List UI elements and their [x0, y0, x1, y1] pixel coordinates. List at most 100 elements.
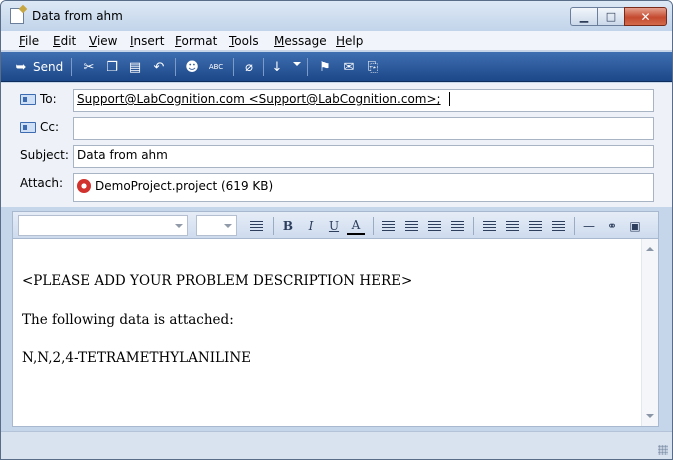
cut-button[interactable]: ✂	[81, 57, 97, 77]
body-line-attached[interactable]: The following data is attached:	[22, 312, 234, 328]
message-icon	[10, 8, 24, 24]
italic-button[interactable]: I	[302, 217, 320, 235]
hyperlink-button[interactable]: ⚭	[603, 217, 621, 235]
address-card-icon[interactable]	[20, 122, 36, 133]
toolbar-separator	[175, 58, 176, 76]
undo-icon: ↶	[153, 59, 165, 75]
project-file-icon	[77, 179, 91, 193]
toolbar-separator	[263, 58, 264, 76]
scroll-down-icon[interactable]	[646, 414, 654, 418]
spelling-icon: ABC	[208, 62, 224, 71]
priority-icon: ↓	[271, 59, 283, 75]
check-names-button[interactable]: ☻	[184, 57, 200, 77]
message-body[interactable]: <PLEASE ADD YOUR PROBLEM DESCRIPTION HER…	[12, 239, 659, 427]
title-bar: Data from ahm ▁ □ ✕	[1, 1, 672, 31]
window-title: Data from ahm	[32, 9, 123, 23]
header-fields: To: Support@LabCognition.com <Support@La…	[1, 83, 672, 207]
body-line-placeholder[interactable]: <PLEASE ADD YOUR PROBLEM DESCRIPTION HER…	[22, 273, 412, 289]
format-separator	[373, 217, 374, 235]
toolbar-separator	[71, 58, 72, 76]
bullet-list-button[interactable]	[402, 217, 420, 235]
scissors-icon: ✂	[83, 59, 95, 75]
justify-button[interactable]	[549, 217, 567, 235]
scroll-up-icon[interactable]	[646, 247, 654, 251]
send-label: Send	[33, 60, 64, 74]
align-right-button[interactable]	[526, 217, 544, 235]
to-recipient[interactable]: Support@LabCognition.com <Support@LabCog…	[77, 92, 441, 106]
attach-label: Attach:	[20, 176, 64, 190]
increase-indent-button[interactable]	[448, 217, 466, 235]
subject-field[interactable]: Data from ahm	[73, 145, 654, 168]
encrypt-button[interactable]: ✉	[341, 57, 357, 77]
menu-help[interactable]: Help	[336, 34, 363, 48]
send-button[interactable]: ➥ Send	[13, 57, 64, 77]
send-icon: ➥	[15, 59, 27, 75]
align-left-button[interactable]	[480, 217, 498, 235]
cc-label[interactable]: Cc:	[40, 120, 59, 134]
menu-format[interactable]: Format	[175, 34, 217, 48]
indent-icon	[450, 220, 464, 232]
to-label[interactable]: To:	[40, 92, 57, 106]
justify-icon	[551, 220, 565, 232]
chevron-down-icon[interactable]	[220, 216, 236, 235]
paragraph-style-icon	[249, 220, 263, 232]
status-bar	[1, 431, 672, 459]
align-right-icon	[528, 220, 542, 232]
font-color-button[interactable]: A	[347, 217, 365, 235]
paste-button[interactable]: ▤	[127, 57, 143, 77]
bullet-list-icon	[404, 220, 418, 232]
cc-field[interactable]	[73, 117, 654, 140]
work-offline-button[interactable]: ⎘	[365, 57, 381, 77]
menu-tools[interactable]: Tools	[229, 34, 259, 48]
subject-label: Subject:	[20, 148, 69, 162]
attach-field[interactable]: DemoProject.project (619 KB)	[73, 173, 654, 202]
underline-button[interactable]: U	[325, 217, 343, 235]
outdent-icon	[427, 220, 441, 232]
format-separator	[574, 217, 575, 235]
format-toolbar: B I U A — ⚭ ▣	[12, 211, 659, 239]
priority-button[interactable]: ↓	[269, 57, 285, 77]
undo-button[interactable]: ↶	[151, 57, 167, 77]
resize-grip-icon[interactable]	[658, 445, 668, 455]
vertical-scrollbar[interactable]	[641, 239, 658, 426]
bold-button[interactable]: B	[279, 217, 297, 235]
copy-icon: ❐	[106, 59, 118, 75]
align-center-icon	[505, 220, 519, 232]
menu-file[interactable]: File	[19, 34, 39, 48]
font-size-select[interactable]	[196, 215, 237, 236]
chevron-down-icon[interactable]	[171, 216, 187, 235]
copy-button[interactable]: ❐	[104, 57, 120, 77]
spelling-button[interactable]: ABC	[206, 57, 226, 77]
numbered-list-button[interactable]	[379, 217, 397, 235]
maximize-button[interactable]: □	[597, 7, 624, 26]
font-name-select[interactable]	[18, 215, 188, 236]
attachment-item[interactable]: DemoProject.project (619 KB)	[95, 179, 273, 193]
menu-message[interactable]: Message	[274, 34, 327, 48]
body-line-compound[interactable]: N,N,2,4-TETRAMETHYLANILINE	[22, 350, 251, 366]
address-card-icon[interactable]	[20, 94, 36, 105]
contact-icon: ☻	[185, 59, 199, 75]
attach-button[interactable]: ⌀	[241, 57, 257, 77]
sign-button[interactable]: ⚑	[317, 57, 333, 77]
close-button[interactable]: ✕	[624, 7, 667, 26]
toolbar-separator	[307, 58, 308, 76]
numbered-list-icon	[381, 220, 395, 232]
menu-bar: File Edit View Insert Format Tools Messa…	[1, 31, 672, 51]
priority-dropdown-arrow[interactable]	[293, 62, 301, 66]
menu-edit[interactable]: Edit	[53, 34, 76, 48]
minimize-button[interactable]: ▁	[570, 7, 597, 26]
align-center-button[interactable]	[503, 217, 521, 235]
horizontal-line-button[interactable]: —	[580, 217, 598, 235]
decrease-indent-button[interactable]	[425, 217, 443, 235]
text-cursor	[448, 92, 450, 106]
to-field[interactable]: Support@LabCognition.com <Support@LabCog…	[73, 89, 654, 112]
offline-icon: ⎘	[367, 59, 379, 75]
paragraph-style-button[interactable]	[247, 217, 265, 235]
paperclip-icon: ⌀	[245, 59, 253, 75]
insert-picture-button[interactable]: ▣	[626, 217, 644, 235]
message-window: Data from ahm ▁ □ ✕ File Edit View Inser…	[0, 0, 673, 460]
menu-insert[interactable]: Insert	[130, 34, 164, 48]
format-separator	[473, 217, 474, 235]
caption-buttons: ▁ □ ✕	[570, 7, 667, 26]
menu-view[interactable]: View	[89, 34, 117, 48]
